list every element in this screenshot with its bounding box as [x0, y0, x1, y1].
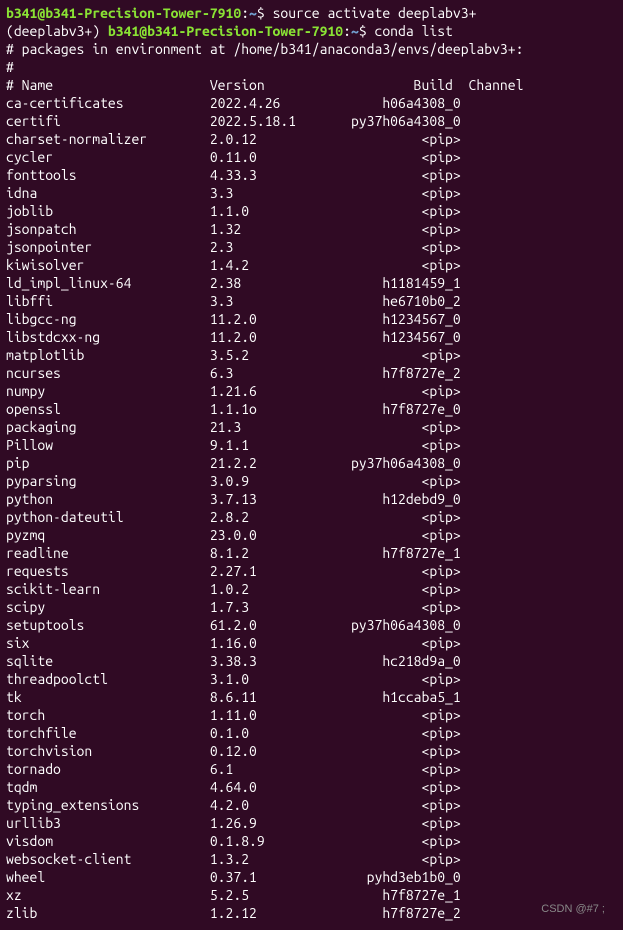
package-row: scikit-learn 1.0.2 <pip> — [6, 580, 617, 598]
package-row: Pillow 9.1.1 <pip> — [6, 436, 617, 454]
package-row: requests 2.27.1 <pip> — [6, 562, 617, 580]
package-row: sqlite 3.38.3 hc218d9a_0 — [6, 652, 617, 670]
package-row: libffi 3.3 he6710b0_2 — [6, 292, 617, 310]
package-row: pip 21.2.2 py37h06a4308_0 — [6, 454, 617, 472]
package-row: libgcc-ng 11.2.0 h1234567_0 — [6, 310, 617, 328]
package-row: libstdcxx-ng 11.2.0 h1234567_0 — [6, 328, 617, 346]
package-row: joblib 1.1.0 <pip> — [6, 202, 617, 220]
package-row: threadpoolctl 3.1.0 <pip> — [6, 670, 617, 688]
package-row: setuptools 61.2.0 py37h06a4308_0 — [6, 616, 617, 634]
package-row: visdom 0.1.8.9 <pip> — [6, 832, 617, 850]
package-row: matplotlib 3.5.2 <pip> — [6, 346, 617, 364]
watermark: CSDN @#7 ; — [541, 900, 605, 918]
package-row: charset-normalizer 2.0.12 <pip> — [6, 130, 617, 148]
package-row: certifi 2022.5.18.1 py37h06a4308_0 — [6, 112, 617, 130]
package-row: typing_extensions 4.2.0 <pip> — [6, 796, 617, 814]
user-host: b341@b341-Precision-Tower-7910 — [6, 5, 241, 21]
package-row: python 3.7.13 h12debd9_0 — [6, 490, 617, 508]
package-row: ld_impl_linux-64 2.38 h1181459_1 — [6, 274, 617, 292]
package-row: websocket-client 1.3.2 <pip> — [6, 850, 617, 868]
package-row: tqdm 4.64.0 <pip> — [6, 778, 617, 796]
terminal-output[interactable]: b341@b341-Precision-Tower-7910:~$ source… — [6, 4, 617, 922]
package-row: idna 3.3 <pip> — [6, 184, 617, 202]
package-row: scipy 1.7.3 <pip> — [6, 598, 617, 616]
header-line: # Name Version Build Channel — [6, 76, 617, 94]
command-text: source activate deeplabv3+ — [273, 5, 477, 21]
package-row: python-dateutil 2.8.2 <pip> — [6, 508, 617, 526]
package-row: tornado 6.1 <pip> — [6, 760, 617, 778]
cwd: ~ — [249, 5, 257, 21]
package-row: torchvision 0.12.0 <pip> — [6, 742, 617, 760]
package-row: cycler 0.11.0 <pip> — [6, 148, 617, 166]
header-line: # packages in environment at /home/b341/… — [6, 40, 617, 58]
prompt-line-2: (deeplabv3+) b341@b341-Precision-Tower-7… — [6, 22, 617, 40]
package-row: torchfile 0.1.0 <pip> — [6, 724, 617, 742]
package-row: xz 5.2.5 h7f8727e_1 — [6, 886, 617, 904]
package-row: zlib 1.2.12 h7f8727e_2 — [6, 904, 617, 922]
package-row: jsonpatch 1.32 <pip> — [6, 220, 617, 238]
package-row: tk 8.6.11 h1ccaba5_1 — [6, 688, 617, 706]
package-row: six 1.16.0 <pip> — [6, 634, 617, 652]
package-row: jsonpointer 2.3 <pip> — [6, 238, 617, 256]
package-row: pyparsing 3.0.9 <pip> — [6, 472, 617, 490]
package-row: ca-certificates 2022.4.26 h06a4308_0 — [6, 94, 617, 112]
package-row: readline 8.1.2 h7f8727e_1 — [6, 544, 617, 562]
package-row: pyzmq 23.0.0 <pip> — [6, 526, 617, 544]
package-row: ncurses 6.3 h7f8727e_2 — [6, 364, 617, 382]
package-row: openssl 1.1.1o h7f8727e_0 — [6, 400, 617, 418]
env-prefix: (deeplabv3+) — [6, 23, 108, 39]
cwd: ~ — [351, 23, 359, 39]
package-row: wheel 0.37.1 pyhd3eb1b0_0 — [6, 868, 617, 886]
command-text: conda list — [375, 23, 453, 39]
header-line: # — [6, 58, 617, 76]
package-row: numpy 1.21.6 <pip> — [6, 382, 617, 400]
package-row: fonttools 4.33.3 <pip> — [6, 166, 617, 184]
package-row: packaging 21.3 <pip> — [6, 418, 617, 436]
package-row: kiwisolver 1.4.2 <pip> — [6, 256, 617, 274]
user-host: b341@b341-Precision-Tower-7910 — [108, 23, 343, 39]
prompt-line-1: b341@b341-Precision-Tower-7910:~$ source… — [6, 4, 617, 22]
package-row: torch 1.11.0 <pip> — [6, 706, 617, 724]
package-row: urllib3 1.26.9 <pip> — [6, 814, 617, 832]
